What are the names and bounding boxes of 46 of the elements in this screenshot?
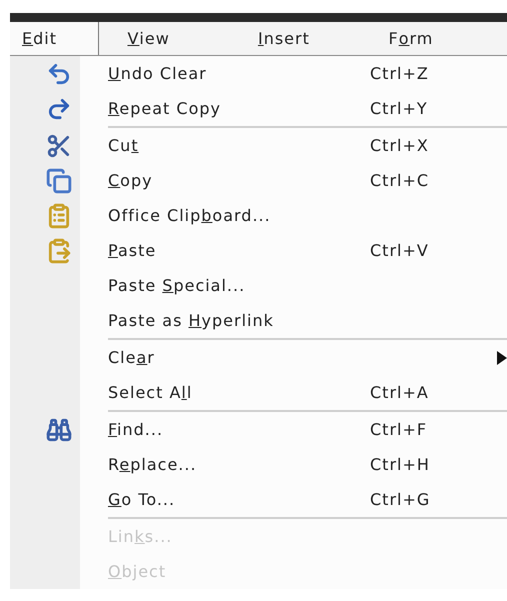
shortcut-label: Ctrl+X: [370, 134, 429, 156]
menu-item-label: Object: [108, 560, 168, 582]
binoculars-icon: [46, 416, 72, 442]
scissors-icon: [46, 132, 72, 158]
menu-item-label: Cut: [108, 134, 140, 156]
menu-item-label: Find...: [108, 418, 164, 440]
menu-item-label: Paste: [108, 240, 158, 262]
menu-item[interactable]: Office Clipboard...: [10, 198, 507, 233]
shortcut-label: Ctrl+F: [370, 418, 428, 440]
menu-item-label: Go To...: [108, 488, 176, 510]
menu-item-label: U ndo Clear: [108, 62, 208, 84]
menu-item[interactable]: U ndo Clear Ctrl+Z: [10, 56, 507, 91]
clipboard-icon: [46, 238, 72, 264]
menu-bar-item[interactable]: Edit: [10, 22, 100, 55]
menu-item-label: Repeat Copy: [108, 98, 222, 120]
menu-item-label: Lin ks...: [108, 526, 174, 548]
menu-item-label: Paste S pecial...: [108, 274, 246, 296]
shortcut-label: Ctrl+C: [370, 170, 430, 192]
menu-item-label: Replace...: [108, 454, 198, 476]
menu-item[interactable]: Go To... Ctrl+G: [10, 482, 507, 517]
menu-item[interactable]: Select Al l Ctrl+A: [10, 375, 507, 410]
clipboard-icon: [46, 202, 72, 228]
menu-bar-item[interactable]: Form: [376, 22, 507, 55]
menu-item[interactable]: Find... Ctrl+F: [10, 412, 507, 447]
menu-item[interactable]: Paste as Hyperlink: [10, 303, 507, 338]
menu-bar-item[interactable]: I nsert: [246, 22, 376, 55]
shortcut-label: Ctrl+A: [370, 382, 429, 404]
menu-item-label: Copy: [108, 170, 154, 192]
shortcut-label: Ctrl+G: [370, 488, 430, 510]
shortcut-label: Ctrl+H: [370, 454, 430, 476]
shortcut-label: Ctrl+Y: [370, 98, 428, 120]
menu-bar-item[interactable]: View: [115, 22, 246, 55]
menu-item-label: Clea r: [108, 346, 156, 368]
copy-icon: [46, 168, 72, 194]
menu-item-label: Paste as Hyperlink: [108, 310, 275, 332]
menu-item[interactable]: Cut Ctrl+X: [10, 128, 507, 163]
shortcut-label: Ctrl+V: [370, 240, 429, 262]
menu-item-label: Select Al l: [108, 382, 194, 404]
menu-item[interactable]: Paste S pecial...: [10, 268, 507, 303]
menu-item[interactable]: Copy Ctrl+C: [10, 163, 507, 198]
menu-item[interactable]: Clea r: [10, 340, 507, 375]
menu-item[interactable]: Replace... Ctrl+H: [10, 447, 507, 482]
menu-item[interactable]: Paste Ctrl+V: [10, 233, 507, 268]
menu-item-label: Office Clipboard...: [108, 204, 272, 226]
menu-item[interactable]: Repeat Copy Ctrl+Y: [10, 91, 507, 126]
shortcut-label: Ctrl+Z: [370, 62, 429, 84]
